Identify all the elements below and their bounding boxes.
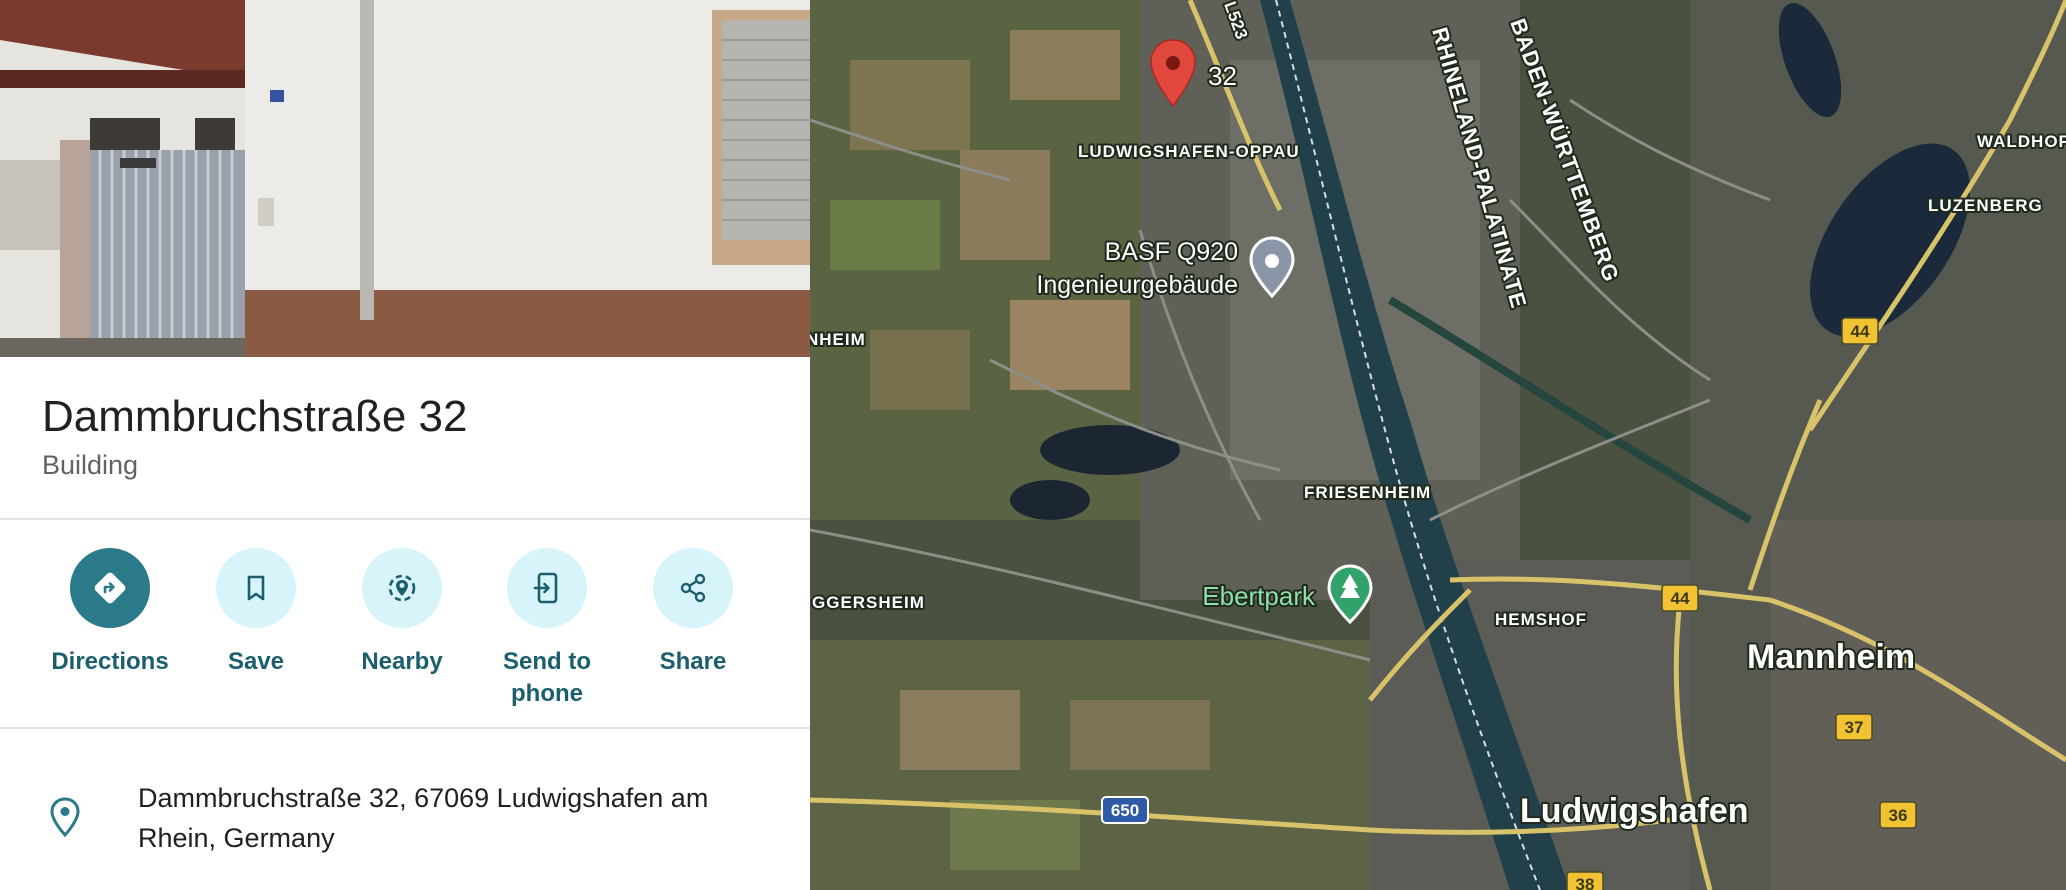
bookmark-icon (216, 548, 296, 628)
place-category: Building (42, 450, 139, 480)
place-label-oppau: LUDWIGSHAFEN-OPPAU (1078, 142, 1300, 161)
road-shield-44-mid: 44 (1661, 584, 1699, 612)
share-icon (653, 548, 733, 628)
city-label-mannheim: Mannheim (1747, 638, 1915, 676)
place-title: Dammbruchstraße 32 (42, 392, 468, 441)
location-pin-icon (48, 796, 82, 843)
divider (0, 518, 810, 520)
directions-icon (70, 548, 150, 628)
save-button[interactable]: Save (181, 548, 331, 678)
svg-text:44: 44 (1671, 589, 1690, 608)
address-text: Dammbruchstraße 32, 67069 Ludwigshafen a… (138, 783, 709, 853)
place-label-heim: NHEIM (810, 330, 866, 349)
marker-label: 32 (1208, 61, 1237, 91)
svg-text:36: 36 (1889, 806, 1908, 825)
share-button[interactable]: Share (618, 548, 768, 678)
city-label-ludwigshafen: Ludwigshafen (1520, 792, 1749, 830)
place-label-hemshof: HEMSHOF (1495, 610, 1587, 629)
svg-text:44: 44 (1851, 322, 1870, 341)
road-shield-37: 37 (1835, 713, 1873, 741)
nearby-button[interactable]: Nearby (327, 548, 477, 678)
svg-text:650: 650 (1111, 801, 1139, 820)
place-label-oggersheim: GGERSHEIM (812, 593, 925, 612)
directions-label: Directions (51, 648, 169, 675)
send-to-phone-icon (507, 548, 587, 628)
send-to-phone-label: Send to phone (503, 648, 591, 707)
divider (0, 727, 810, 729)
send-to-phone-button[interactable]: Send to phone (472, 548, 622, 710)
road-shield-44-top: 44 (1841, 317, 1879, 345)
place-panel: Dammbruchstraße 32 Building Directions S… (0, 0, 810, 890)
address-row[interactable]: Dammbruchstraße 32, 67069 Ludwigshafen a… (0, 770, 810, 880)
map-canvas[interactable]: 32 BASF Q920 Ingenieurgebäude Ebertpark … (810, 0, 2066, 890)
directions-button[interactable]: Directions (35, 548, 185, 678)
share-label: Share (659, 648, 727, 675)
save-label: Save (227, 648, 285, 675)
place-label-luzenberg: LUZENBERG (1928, 196, 2043, 215)
svg-text:38: 38 (1576, 875, 1595, 890)
park-label: Ebertpark (1202, 581, 1316, 611)
svg-text:37: 37 (1845, 718, 1864, 737)
road-shield-36: 36 (1879, 801, 1917, 829)
action-bar: Directions Save Nearby Send to phone Sha… (0, 548, 810, 718)
place-label-friesenheim: FRIESENHEIM (1304, 483, 1431, 502)
place-label-waldhof: WALDHOF (1977, 132, 2066, 151)
road-shield-38: 38 (1566, 871, 1604, 890)
nearby-label: Nearby (361, 648, 443, 675)
poi-basf-line2: Ingenieurgebäude (1036, 271, 1238, 299)
poi-basf-line1: BASF Q920 (1105, 238, 1238, 266)
street-view-photo[interactable] (0, 0, 810, 357)
nearby-icon (362, 548, 442, 628)
road-shield-650: 650 (1101, 796, 1149, 824)
